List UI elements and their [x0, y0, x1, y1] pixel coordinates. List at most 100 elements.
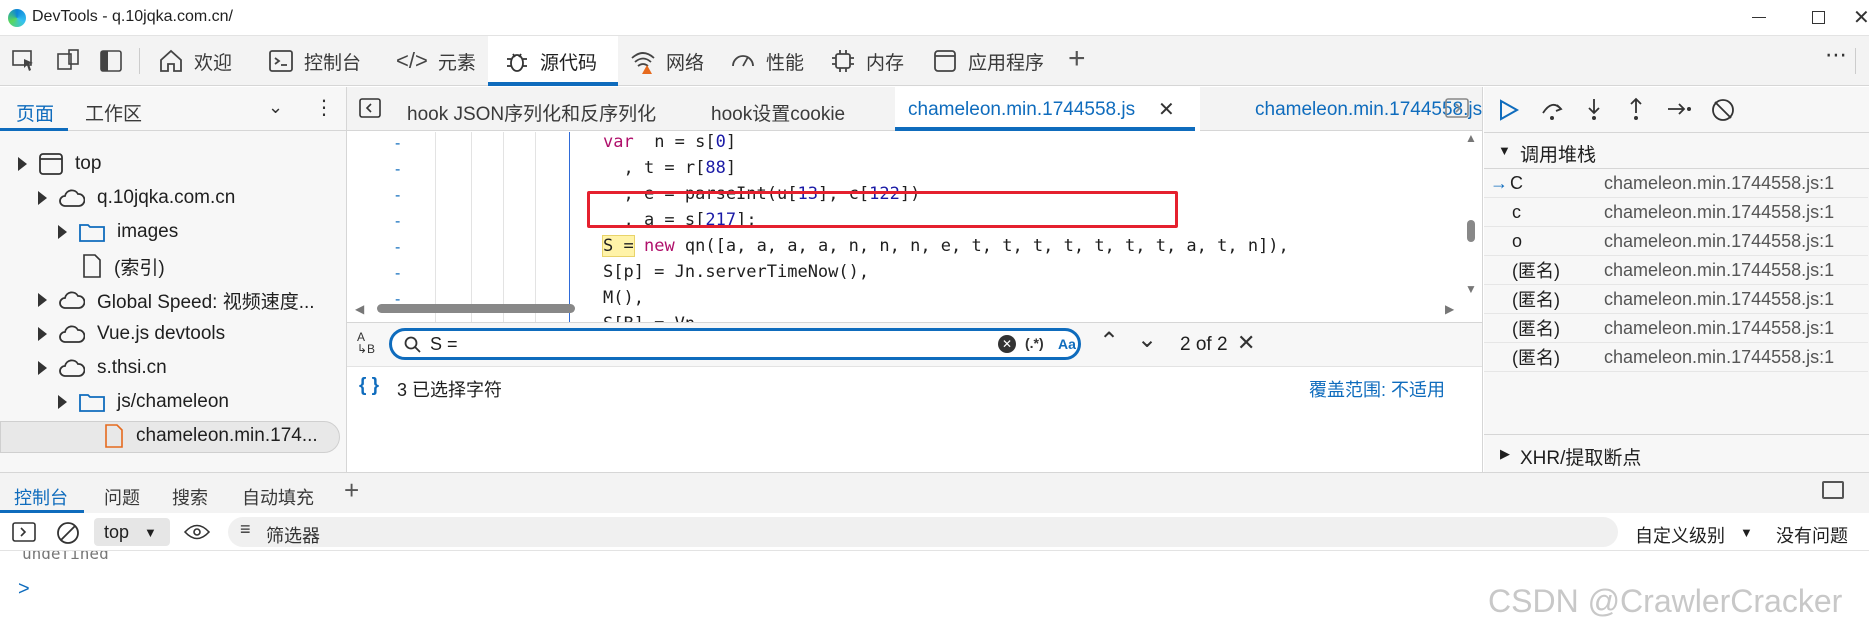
scroll-left-arrow-icon[interactable]: ◀	[355, 302, 364, 316]
filter-placeholder: 筛选器	[266, 526, 320, 546]
xhr-breakpoints-header[interactable]: ▶ XHR/提取断点	[1484, 434, 1869, 472]
code-line[interactable]: var n = s[0]	[603, 132, 736, 152]
tab-page[interactable]: 页面	[16, 99, 54, 126]
more-vertical-icon[interactable]: ⋮	[314, 95, 334, 120]
dock-drawer-icon[interactable]	[1822, 481, 1844, 499]
file-tab-hook-json[interactable]: hook JSON序列化和反序列化	[407, 99, 656, 126]
chevron-down-icon[interactable]: ⌄	[268, 97, 283, 118]
pretty-print-button[interactable]: { }	[359, 375, 379, 397]
close-tab-icon[interactable]: ✕	[1158, 97, 1175, 122]
file-tab-hook-cookie[interactable]: hook设置cookie	[711, 99, 845, 126]
eye-icon[interactable]	[184, 523, 210, 541]
show-sidebar-icon[interactable]	[12, 522, 36, 542]
code-line[interactable]: , t = r[88]	[603, 158, 736, 178]
step-into-icon[interactable]	[1584, 97, 1604, 121]
resume-icon[interactable]	[1498, 99, 1520, 121]
frame-name: C	[1510, 172, 1523, 193]
step-out-icon[interactable]	[1626, 97, 1646, 121]
gutter-marker[interactable]: -	[395, 265, 415, 283]
callstack-frame[interactable]: (匿名) chameleon.min.1744558.js:1	[1484, 256, 1868, 285]
drawer-tab-autofill[interactable]: 自动填充	[242, 484, 314, 510]
tab-performance[interactable]: 性能	[730, 36, 820, 86]
scroll-down-arrow-icon[interactable]: ▼	[1465, 282, 1477, 296]
log-levels-select[interactable]: 自定义级别	[1635, 522, 1725, 548]
horizontal-scrollbar-thumb[interactable]	[377, 304, 575, 313]
tree-item-index[interactable]: (索引)	[82, 249, 165, 283]
maximize-icon[interactable]	[1812, 11, 1825, 24]
callstack-frame[interactable]: c chameleon.min.1744558.js:1	[1484, 198, 1868, 227]
code-line[interactable]: M(),	[603, 288, 644, 308]
drawer-tab-console[interactable]: 控制台	[14, 484, 68, 510]
callstack-frame[interactable]: → Cchameleon.min.1744558.js:1	[1484, 169, 1868, 198]
tree-item-extension-vue[interactable]: Vue.js devtools	[38, 317, 225, 351]
edge-logo-icon	[8, 9, 26, 27]
highlight-box	[587, 191, 1178, 228]
scroll-up-arrow-icon[interactable]: ▲	[1465, 131, 1477, 145]
tree-item-chameleon-file[interactable]: chameleon.min.174...	[104, 419, 318, 453]
tab-network[interactable]: 网络	[630, 36, 730, 86]
gutter-marker[interactable]: -	[395, 213, 415, 231]
tab-elements[interactable]: </> 元素	[390, 36, 490, 86]
tab-workspace[interactable]: 工作区	[85, 99, 142, 126]
callstack-frame[interactable]: (匿名) chameleon.min.1744558.js:1	[1484, 343, 1868, 372]
toggle-navigator-icon[interactable]	[359, 98, 381, 118]
close-window-icon[interactable]: ✕	[1853, 5, 1869, 30]
gutter-marker[interactable]: -	[395, 187, 415, 205]
match-case-toggle[interactable]: Aa	[1058, 336, 1076, 352]
more-options-icon[interactable]: ⋯	[1825, 42, 1847, 68]
tree-item-folder-images[interactable]: images	[58, 215, 178, 249]
tree-item-domain-thsi[interactable]: s.thsi.cn	[38, 351, 167, 385]
drawer-tab-issues[interactable]: 问题	[104, 484, 140, 510]
frame-name: (匿名)	[1512, 290, 1560, 310]
close-search-icon[interactable]: ✕	[1237, 330, 1255, 356]
device-emulation-icon[interactable]	[56, 49, 80, 73]
callstack-frame[interactable]: (匿名) chameleon.min.1744558.js:1	[1484, 285, 1868, 314]
add-tab-icon[interactable]: +	[1068, 42, 1086, 76]
gutter-marker[interactable]: -	[395, 161, 415, 179]
active-tab-underline	[895, 127, 1195, 131]
minimize-icon[interactable]	[1752, 17, 1766, 18]
deactivate-breakpoints-icon[interactable]	[1710, 97, 1736, 123]
file-tab-active-label: chameleon.min.1744558.js	[908, 99, 1136, 120]
step-over-icon[interactable]	[1540, 99, 1564, 121]
context-select[interactable]: top ▼	[94, 518, 170, 546]
inspect-element-icon[interactable]	[12, 50, 36, 72]
tab-application[interactable]: 应用程序	[932, 36, 1062, 86]
console-prompt[interactable]: >	[18, 578, 30, 601]
tab-welcome[interactable]: 欢迎	[148, 36, 260, 86]
callstack-frame[interactable]: (匿名) chameleon.min.1744558.js:1	[1484, 314, 1868, 343]
gutter-marker[interactable]: -	[395, 135, 415, 153]
replace-toggle-icon[interactable]: A ↳B	[357, 331, 375, 355]
previous-match-icon[interactable]: ⌃	[1099, 327, 1119, 356]
tab-memory[interactable]: 内存	[830, 36, 920, 86]
drawer-tab-search[interactable]: 搜索	[172, 484, 208, 510]
callstack-header[interactable]: ▼ 调用堆栈	[1484, 133, 1869, 169]
tree-item-domain[interactable]: q.10jqka.com.cn	[38, 181, 235, 215]
clear-search-icon[interactable]: ✕	[998, 335, 1016, 353]
tree-item-extension-global-speed[interactable]: Global Speed: 视频速度...	[38, 283, 315, 317]
dock-side-icon[interactable]	[100, 50, 122, 72]
toggle-debugger-icon[interactable]	[1445, 98, 1469, 118]
issues-counter[interactable]: 没有问题	[1776, 522, 1848, 548]
tab-console[interactable]: 控制台	[262, 36, 386, 86]
gutter-marker[interactable]: -	[395, 239, 415, 257]
step-icon[interactable]	[1666, 99, 1692, 119]
code-line[interactable]: S[p] = Jn.serverTimeNow(),	[603, 262, 869, 282]
callstack-frame[interactable]: o chameleon.min.1744558.js:1	[1484, 227, 1868, 256]
tab-sources[interactable]: 源代码	[488, 36, 618, 86]
scroll-right-arrow-icon[interactable]: ▶	[1445, 302, 1454, 316]
add-drawer-tab-icon[interactable]: +	[344, 475, 359, 506]
filter-input[interactable]: ≡ 筛选器	[228, 517, 1618, 547]
vertical-scrollbar-thumb[interactable]	[1467, 220, 1475, 242]
regex-toggle[interactable]: (.*)	[1025, 335, 1044, 351]
code-line[interactable]: S = new qn([a, a, a, a, n, n, n, e, t, t…	[602, 235, 1289, 257]
tree-item-label: (索引)	[114, 257, 165, 279]
chip-icon	[832, 50, 854, 72]
tree-item-top[interactable]: top	[18, 147, 101, 181]
coverage-status[interactable]: 覆盖范围: 不适用	[1309, 376, 1445, 402]
tree-item-folder-chameleon[interactable]: js/chameleon	[58, 385, 229, 419]
search-input-box[interactable]: S = ✕ (.*) Aa	[389, 328, 1081, 360]
tab-memory-label: 内存	[866, 52, 905, 74]
next-match-icon[interactable]: ⌄	[1137, 325, 1157, 354]
clear-console-icon[interactable]	[56, 521, 80, 545]
